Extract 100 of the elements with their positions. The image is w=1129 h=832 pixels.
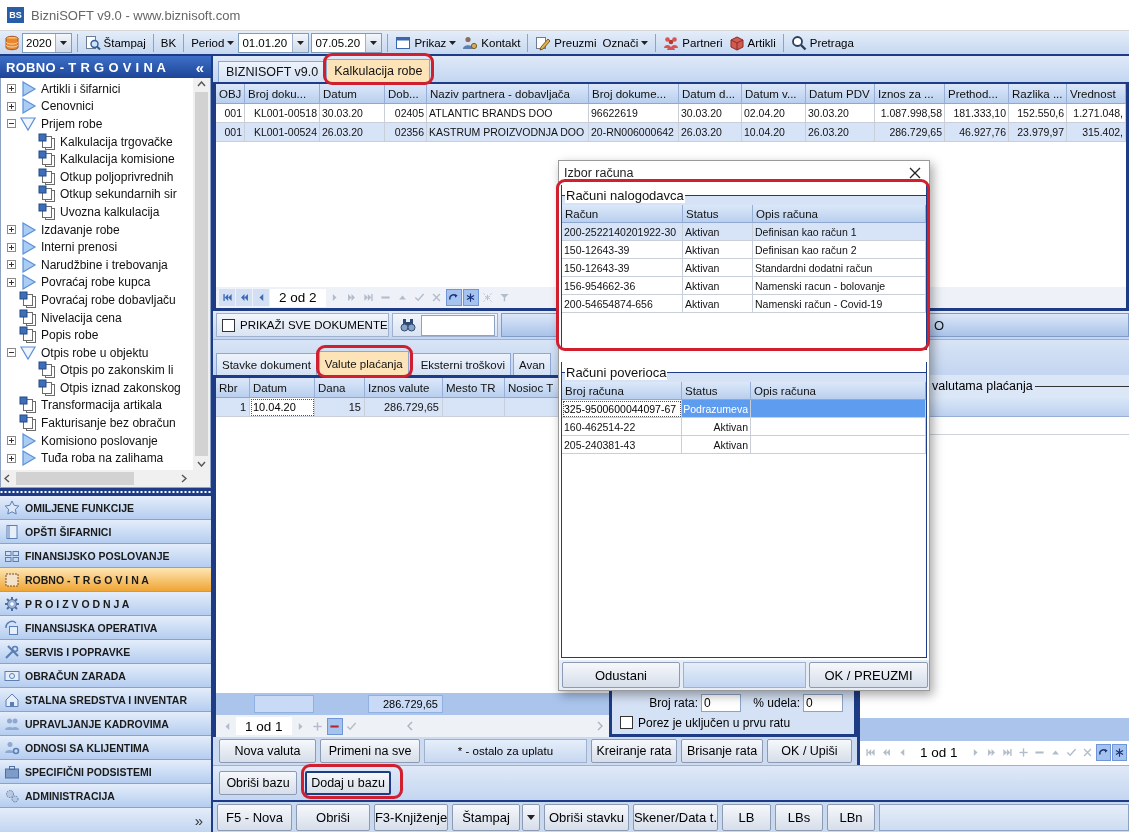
tree-item[interactable]: Uvozna kalkulacija: [60, 204, 160, 219]
scroll-right-icon[interactable]: [181, 474, 187, 483]
footer-button[interactable]: Obriši: [296, 803, 370, 831]
collapse-button[interactable]: «: [193, 59, 206, 75]
column-header[interactable]: Datum v...: [742, 84, 806, 104]
tab[interactable]: Kalkulacija robe: [326, 59, 431, 82]
footer-button[interactable]: F5 - Nova: [217, 803, 292, 831]
column-header[interactable]: Vrednost: [1067, 84, 1126, 104]
action-button[interactable]: Primeni na sve: [320, 739, 420, 763]
tree-item[interactable]: Artikli i šifarnici: [41, 81, 121, 96]
plus-box-icon[interactable]: [7, 277, 16, 287]
column-header[interactable]: Status: [682, 382, 751, 400]
caret-icon[interactable]: [522, 803, 540, 831]
toolbar-button[interactable]: Štampaj: [82, 32, 148, 53]
module-button[interactable]: OPŠTI ŠIFARNICI: [0, 520, 211, 544]
asterisk-icon[interactable]: [462, 289, 479, 306]
tab[interactable]: BIZNISOFT v9.0: [218, 61, 327, 82]
module-button[interactable]: UPRAVLJANJE KADROVIMA: [0, 712, 211, 736]
action-button[interactable]: OK / Upiši: [767, 739, 852, 763]
column-header[interactable]: Nosioc T: [505, 378, 560, 398]
column-header[interactable]: Naziv partnera - dobavljača: [427, 84, 589, 104]
tab[interactable]: Eksterni troškovi: [410, 353, 511, 375]
footer-button[interactable]: LBn: [827, 803, 875, 831]
scroll-down-icon[interactable]: [197, 461, 206, 467]
footer-button[interactable]: Štampaj: [452, 803, 520, 831]
action-button[interactable]: Dodaj u bazu: [305, 771, 391, 795]
search-field[interactable]: [421, 314, 495, 336]
toolbar-button[interactable]: Artikli: [726, 32, 778, 53]
tree-item[interactable]: Transformacija artikala: [41, 398, 162, 413]
tab[interactable]: Stavke dokument: [216, 353, 317, 375]
tree-item[interactable]: Fakturisanje bez obračun: [41, 416, 176, 431]
toolbar-button[interactable]: Pretraga: [788, 32, 856, 53]
table-row[interactable]: 205-240381-43 Aktivan: [562, 436, 926, 454]
combo-box[interactable]: 2020: [22, 32, 72, 53]
tree-item[interactable]: Kalkulacija trgovačke: [60, 134, 173, 149]
column-header[interactable]: Datum PDV: [806, 84, 875, 104]
column-header[interactable]: Razlika ...: [1009, 84, 1067, 104]
table-row[interactable]: 001 KL001-00524 26.03.20 02356 KASTRUM PROIZVODNJA DOO 20-RN006000642 26.03.20 10.04.20 26.03.20 286.729,65 46.927,76 23.979,97 315.402,: [216, 123, 1126, 142]
tree-item[interactable]: Otkup sekundarnih sir: [60, 187, 177, 202]
refresh-icon[interactable]: [445, 289, 462, 306]
column-header[interactable]: Mesto TR: [443, 378, 505, 398]
toolbar-button[interactable]: Preuzmi: [533, 32, 599, 53]
module-button[interactable]: SERVIS I POPRAVKE: [0, 640, 211, 664]
module-button[interactable]: FINANSIJSKO POSLOVANJE: [0, 544, 211, 568]
column-header[interactable]: Broj računa: [562, 382, 682, 400]
checkbox[interactable]: [222, 318, 235, 332]
vertical-scrollbar[interactable]: [193, 78, 210, 470]
caret-icon[interactable]: [292, 33, 309, 52]
tree-item[interactable]: Kalkulacija komisione: [60, 152, 175, 167]
caret-icon[interactable]: [365, 33, 382, 52]
plus-box-icon[interactable]: [7, 436, 16, 446]
tree-item[interactable]: Narudžbine i trebovanja: [41, 257, 168, 272]
column-header[interactable]: Broj dokume...: [589, 84, 679, 104]
module-button[interactable]: ADMINISTRACIJA: [0, 784, 211, 808]
close-icon[interactable]: [909, 167, 921, 179]
skip-to-start-icon[interactable]: [219, 289, 235, 306]
plus-box-icon[interactable]: [7, 242, 16, 252]
more-button[interactable]: »: [186, 812, 211, 828]
dialog-button[interactable]: OK / PREUZMI: [809, 662, 928, 688]
footer-button[interactable]: LB: [722, 803, 771, 831]
action-button[interactable]: Brisanje rata: [681, 739, 763, 763]
column-header[interactable]: Iznos za ...: [875, 84, 945, 104]
scrollbar-thumb[interactable]: [16, 472, 134, 485]
column-header[interactable]: Račun: [562, 205, 683, 223]
action-button[interactable]: Kreiranje rata: [591, 739, 677, 763]
module-button[interactable]: ODNOSI SA KLIJENTIMA: [0, 736, 211, 760]
column-header[interactable]: Datum: [320, 84, 385, 104]
tree-item[interactable]: Otpis po zakonskim li: [60, 363, 174, 378]
caret-icon[interactable]: [54, 33, 71, 52]
column-header[interactable]: Prethod...: [945, 84, 1009, 104]
table-row[interactable]: 160-462514-22 Aktivan: [562, 418, 926, 436]
table-row[interactable]: 156-954662-36 Aktivan Namenski racun - bolovanje: [562, 277, 926, 295]
tree-item[interactable]: Povraćaj robe dobavljaču: [41, 292, 176, 307]
input-field[interactable]: 0: [701, 693, 741, 712]
tree-item[interactable]: Cenovnici: [41, 99, 94, 114]
toolbar-button[interactable]: Partneri: [661, 32, 725, 53]
horizontal-scrollbar[interactable]: [1, 470, 210, 487]
menu-button[interactable]: Označi: [600, 32, 651, 53]
tree-item[interactable]: Prijem robe: [41, 117, 103, 131]
table-row[interactable]: 150-12643-39 Aktivan Definisan kao račun 2: [562, 241, 926, 259]
module-button[interactable]: SPECIFIČNI PODSISTEMI: [0, 760, 211, 784]
checkbox[interactable]: [620, 716, 633, 729]
tree-item[interactable]: Otpis iznad zakonskog: [60, 380, 181, 395]
tab[interactable]: Avan: [513, 353, 552, 375]
splitter-handle[interactable]: [0, 488, 211, 496]
module-button[interactable]: OBRAČUN ZARADA: [0, 664, 211, 688]
tree-item[interactable]: Popis robe: [41, 328, 99, 343]
table-row[interactable]: 200-2522140201922-30 Aktivan Definisan kao račun 1: [562, 223, 926, 241]
minus-box-icon[interactable]: [7, 119, 16, 129]
column-header[interactable]: Opis računa: [751, 382, 926, 400]
plus-box-icon[interactable]: [7, 260, 16, 270]
column-header[interactable]: OBJ: [216, 84, 245, 104]
tree-item[interactable]: Otpis robe u objektu: [41, 345, 149, 360]
tree-item[interactable]: Otkup poljoprivrednih: [60, 169, 174, 184]
plus-box-icon[interactable]: [7, 101, 16, 111]
dialog-button[interactable]: Odustani: [562, 662, 680, 688]
column-header[interactable]: Dana: [315, 378, 365, 398]
module-button[interactable]: ROBNO - T R G O V I N A: [0, 568, 211, 592]
column-header[interactable]: Status: [683, 205, 753, 223]
module-button[interactable]: P R O I Z V O D N J A: [0, 592, 211, 616]
